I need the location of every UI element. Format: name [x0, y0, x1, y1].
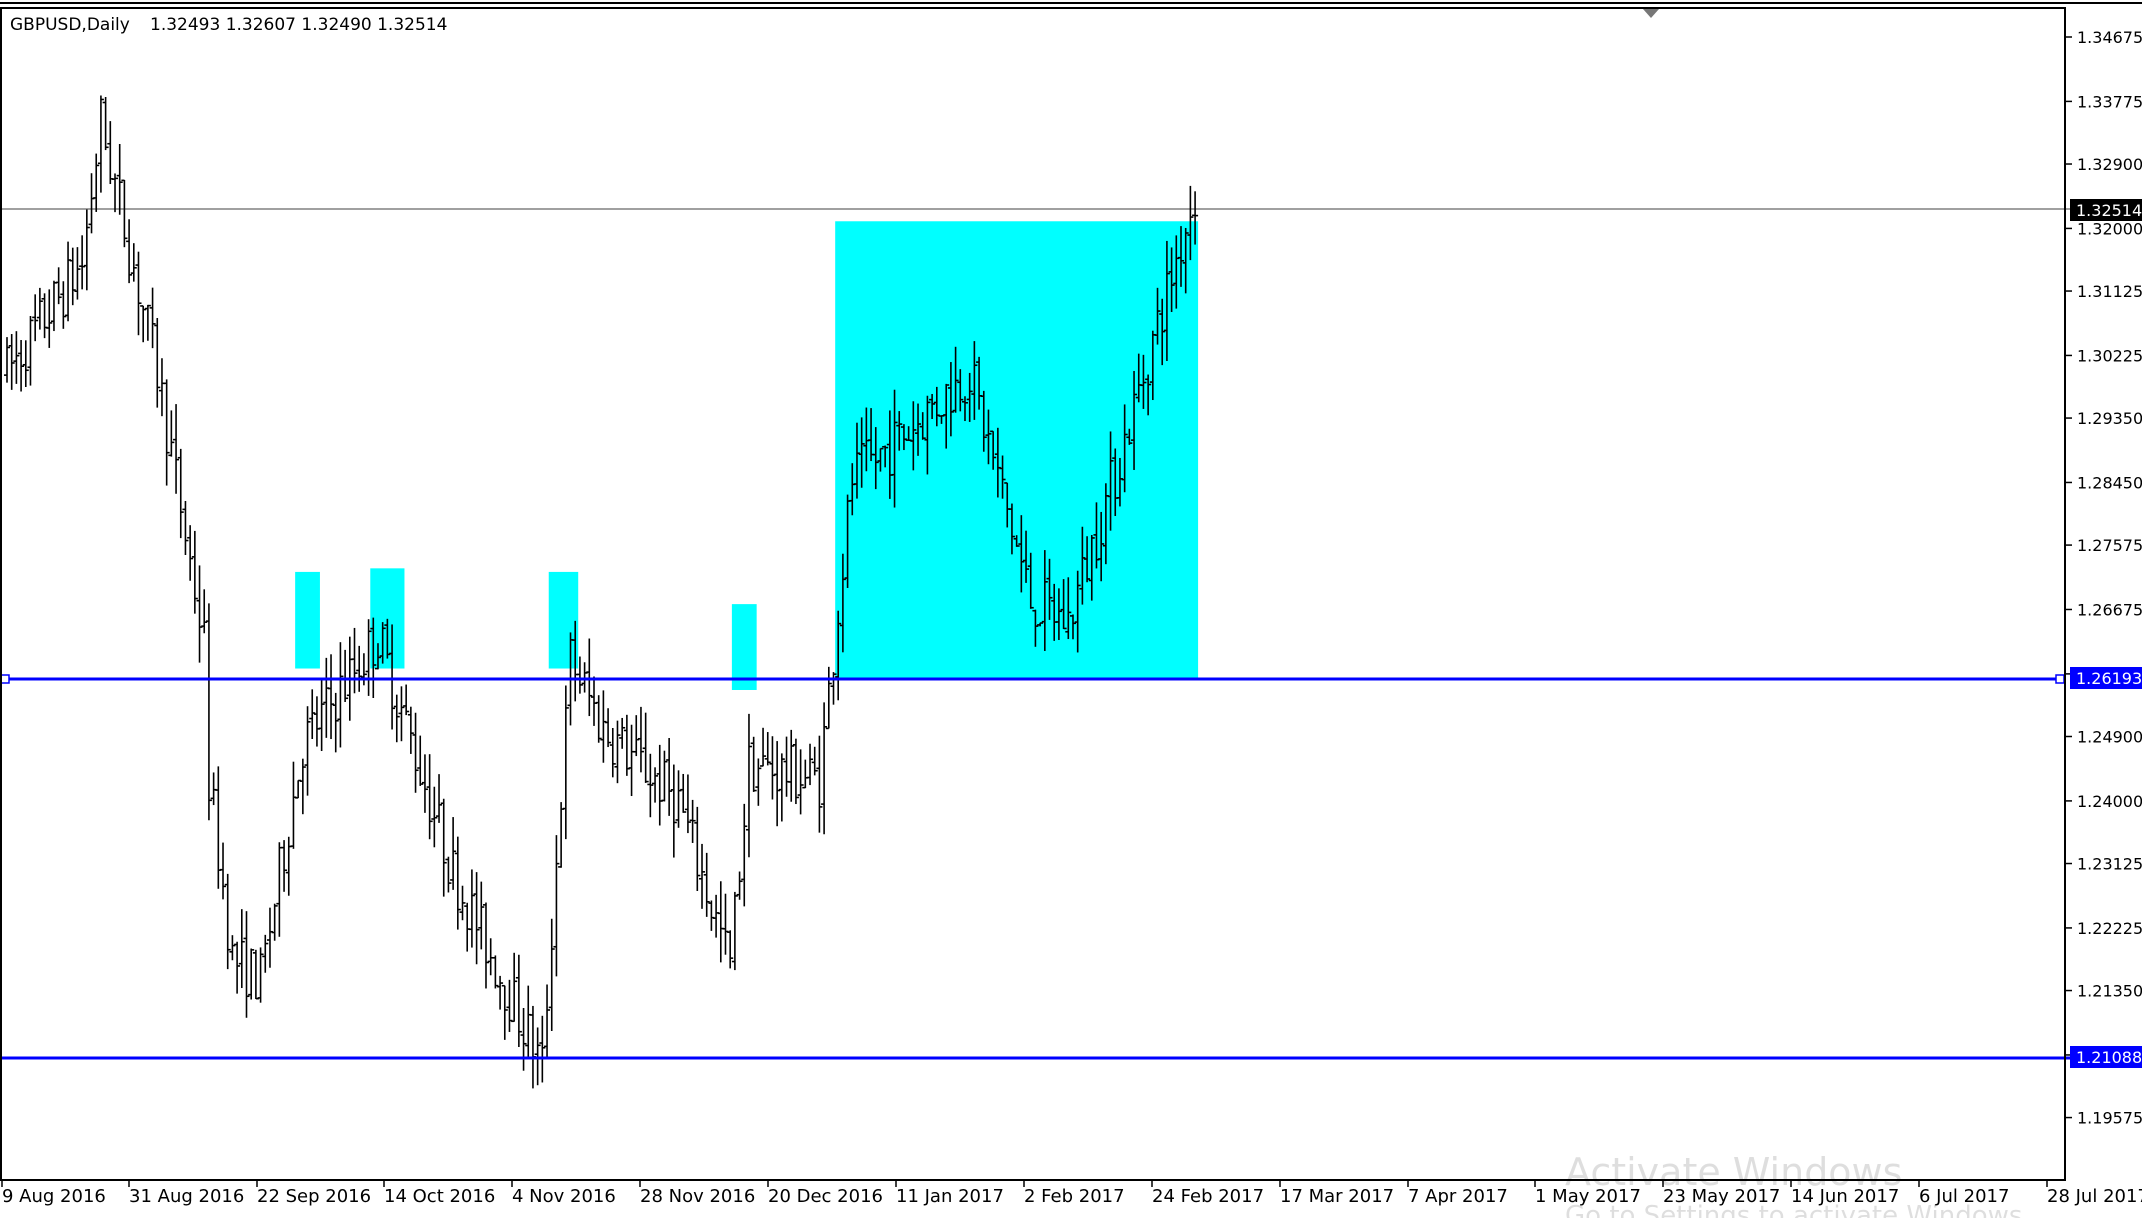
time-tick-label: 31 Aug 2016 — [129, 1186, 244, 1207]
price-tick-label: 1.31125 — [2077, 282, 2142, 301]
chart-symbol: GBPUSD,Daily — [10, 15, 130, 35]
price-tick-label: 1.21350 — [2077, 982, 2142, 1001]
time-tick-label: 17 Mar 2017 — [1280, 1186, 1394, 1207]
level-handle-right[interactable] — [2055, 674, 2065, 684]
support-price-label: 1.21088 — [2076, 1048, 2142, 1067]
price-tick-label: 1.34675 — [2077, 28, 2142, 47]
price-tick-label: 1.22225 — [2077, 919, 2142, 938]
price-tick-label: 1.23125 — [2077, 855, 2142, 874]
time-tick-label: 24 Feb 2017 — [1152, 1186, 1264, 1207]
price-tick-label: 1.33775 — [2077, 92, 2142, 111]
time-tick-label: 28 Jul 2017 — [2047, 1186, 2142, 1207]
time-tick-label: 20 Dec 2016 — [768, 1186, 883, 1207]
sr-zone-3 — [548, 571, 579, 669]
time-tick-label: 14 Oct 2016 — [384, 1186, 495, 1207]
activation-watermark-subtitle: Go to Settings to activate Windows. — [1565, 1201, 2031, 1218]
current-price-label: 1.32514 — [2076, 201, 2142, 220]
time-tick-label: 2 Feb 2017 — [1024, 1186, 1125, 1207]
activation-watermark-title: Activate Windows — [1565, 1150, 1902, 1194]
time-tick-label: 4 Nov 2016 — [512, 1186, 616, 1207]
price-tick-label: 1.29350 — [2077, 409, 2142, 428]
price-tick-label: 1.24000 — [2077, 792, 2142, 811]
price-tick-label: 1.32000 — [2077, 219, 2142, 238]
price-tick-label: 1.32900 — [2077, 155, 2142, 174]
price-tick-label: 1.28450 — [2077, 473, 2142, 492]
price-tick-label: 1.26675 — [2077, 600, 2142, 619]
sr-zone-4 — [731, 604, 757, 690]
price-tick-label: 1.24900 — [2077, 728, 2142, 747]
price-tick-label: 1.19575 — [2077, 1109, 2142, 1128]
level-handle-left[interactable] — [0, 674, 10, 684]
price-chart[interactable]: 1.34675 1.33775 1.32900 1.32000 1.31125 1.302… — [0, 0, 2142, 1223]
time-tick-label: 22 Sep 2016 — [257, 1186, 371, 1207]
sr-zone-1 — [295, 571, 320, 669]
time-tick-label: 28 Nov 2016 — [640, 1186, 755, 1207]
time-tick-label: 11 Jan 2017 — [896, 1186, 1004, 1207]
resistance-price-label: 1.26193 — [2076, 669, 2142, 688]
price-tick-label: 1.30225 — [2077, 346, 2142, 365]
chart-canvas[interactable]: 1.34675 1.33775 1.32900 1.32000 1.31125 1.302… — [0, 0, 2142, 1223]
time-tick-label: 7 Apr 2017 — [1408, 1186, 1508, 1207]
price-tick-label: 1.27575 — [2077, 536, 2142, 555]
time-tick-label: 9 Aug 2016 — [2, 1186, 106, 1207]
chart-ohlc-values: 1.32493 1.32607 1.32490 1.32514 — [150, 15, 447, 35]
